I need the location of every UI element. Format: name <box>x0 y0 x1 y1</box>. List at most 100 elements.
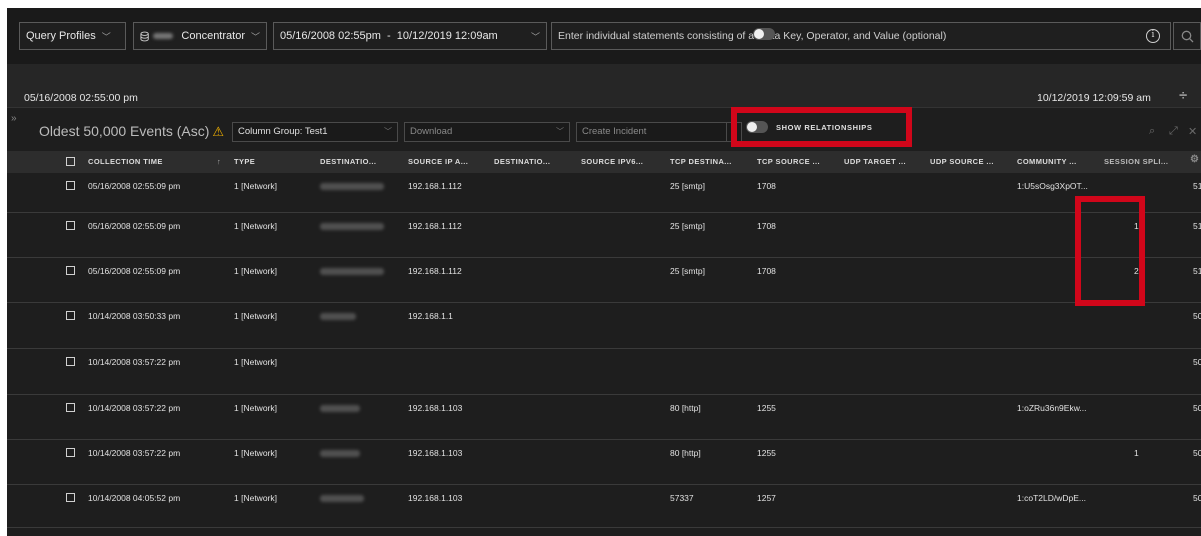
timeline-strip[interactable]: 05/16/2008 02:55:00 pm 10/12/2019 12:09:… <box>7 64 1201 108</box>
table-row[interactable]: 10/14/2008 03:57:22 pm 1 [Network] 192.168… <box>7 395 1201 440</box>
cell-tcp-source: 1255 <box>757 448 776 458</box>
cell-overflow-col: 50 <box>1193 403 1201 413</box>
col-source-ip[interactable]: SOURCE IP A... <box>408 157 468 166</box>
create-incident-label: Create Incident <box>582 126 647 137</box>
col-collection-time[interactable]: COLLECTION TIME <box>88 157 163 166</box>
cell-collection-time: 05/16/2008 02:55:09 pm <box>88 266 181 276</box>
redacted-destination <box>320 268 384 275</box>
cell-tcp-destination: 80 [http] <box>670 448 701 458</box>
events-toolbar: » Oldest 50,000 Events (Asc) ⚠ Column Gro… <box>7 109 1201 151</box>
time-range-dropdown[interactable]: 05/16/2008 02:55pm - 10/12/2019 12:09am … <box>273 22 547 50</box>
cell-source-ip: 192.168.1.112 <box>408 181 462 191</box>
col-community[interactable]: COMMUNITY ... <box>1017 157 1077 166</box>
col-udp-source[interactable]: UDP SOURCE ... <box>930 157 994 166</box>
events-title: Oldest 50,000 Events (Asc) ⚠ <box>39 123 224 140</box>
column-group-value: Column Group: Test1 <box>238 126 328 137</box>
close-icon[interactable]: ✕ <box>1188 125 1197 138</box>
cell-source-ip: 192.168.1.1 <box>408 311 453 321</box>
download-select[interactable]: Download ﹀ <box>404 122 570 142</box>
cell-overflow-col: 51 <box>1193 181 1201 191</box>
time-range-value: 05/16/2008 02:55pm - 10/12/2019 12:09am <box>280 30 498 42</box>
download-label: Download <box>410 126 453 137</box>
expand-panel-icon[interactable]: » <box>11 113 17 124</box>
database-icon <box>140 31 149 41</box>
chevron-down-icon: ﹀ <box>101 31 111 42</box>
table-row[interactable]: 05/16/2008 02:55:09 pm 1 [Network] 192.168… <box>7 173 1201 213</box>
cell-source-ip: 192.168.1.112 <box>408 266 462 276</box>
row-checkbox[interactable] <box>66 221 75 230</box>
table-row[interactable]: 05/16/2008 02:55:09 pm 1 [Network] 192.168… <box>7 258 1201 303</box>
redacted-destination <box>320 495 364 502</box>
col-destination[interactable]: DESTINATIO... <box>320 157 376 166</box>
cell-community: 1:oZRu36n9Ekw... <box>1017 403 1087 413</box>
query-search-button[interactable] <box>1173 22 1201 50</box>
timeline-end: 10/12/2019 12:09:59 am <box>1037 92 1151 104</box>
cell-tcp-destination: 80 [http] <box>670 403 701 413</box>
annotation-box-relationships <box>731 107 912 147</box>
query-input[interactable]: Enter individual statements consisting o… <box>551 22 1171 50</box>
cell-collection-time: 10/14/2008 03:50:33 pm <box>88 311 181 321</box>
table-header: COLLECTION TIME ↑ TYPE DESTINATIO... SOU… <box>7 151 1201 173</box>
search-icon[interactable]: ⌕ <box>1149 125 1155 138</box>
table-row[interactable]: 10/14/2008 03:57:22 pm 1 [Network] 50 <box>7 349 1201 395</box>
cell-overflow-col: 50 <box>1193 448 1201 458</box>
cell-type: 1 [Network] <box>234 221 277 231</box>
cell-source-ip: 192.168.1.103 <box>408 448 463 458</box>
row-checkbox[interactable] <box>66 357 75 366</box>
row-checkbox[interactable] <box>66 181 75 190</box>
cell-collection-time: 05/16/2008 02:55:09 pm <box>88 221 181 231</box>
col-tcp-source[interactable]: TCP SOURCE ... <box>757 157 820 166</box>
cell-tcp-destination: 25 [smtp] <box>670 266 705 276</box>
cell-tcp-destination: 25 [smtp] <box>670 181 705 191</box>
query-profiles-dropdown[interactable]: Query Profiles ﹀ <box>19 22 126 50</box>
select-all-checkbox[interactable] <box>66 157 75 166</box>
row-checkbox[interactable] <box>66 493 75 502</box>
divider <box>726 123 727 141</box>
row-checkbox[interactable] <box>66 403 75 412</box>
cell-tcp-source: 1708 <box>757 221 776 231</box>
row-checkbox[interactable] <box>66 448 75 457</box>
timeline-adjust-icon[interactable]: ÷ <box>1179 87 1187 104</box>
cell-community: 1:coT2LD/wDpE... <box>1017 493 1086 503</box>
redacted-destination <box>320 405 360 412</box>
col-source-ipv6[interactable]: SOURCE IPV6... <box>581 157 643 166</box>
service-dropdown[interactable]: Concentrator ﹀ <box>133 22 267 50</box>
cell-source-ip: 192.168.1.103 <box>408 403 463 413</box>
row-checkbox[interactable] <box>66 311 75 320</box>
query-bar: Query Profiles ﹀ Concentrator ﹀ 05/16/20… <box>7 8 1201 64</box>
chevron-down-icon: ﹀ <box>530 31 540 42</box>
table-row[interactable]: 10/14/2008 03:57:22 pm 1 [Network] 192.168… <box>7 440 1201 485</box>
chevron-down-icon: ﹀ <box>556 127 564 136</box>
cell-overflow-col: 50 <box>1193 493 1201 503</box>
col-type[interactable]: TYPE <box>234 157 255 166</box>
cell-type: 1 [Network] <box>234 311 277 321</box>
query-profiles-label: Query Profiles <box>26 30 96 42</box>
warning-icon: ⚠ <box>212 124 225 139</box>
cell-tcp-source: 1708 <box>757 266 776 276</box>
cell-collection-time: 10/14/2008 03:57:22 pm <box>88 357 181 367</box>
cell-session-split: 1 <box>1134 448 1139 458</box>
table-row[interactable]: 10/14/2008 04:05:52 pm 1 [Network] 192.168… <box>7 485 1201 528</box>
row-checkbox[interactable] <box>66 266 75 275</box>
column-settings-icon[interactable]: ⚙ <box>1190 154 1199 165</box>
expand-icon[interactable]: ⤢ <box>1169 125 1178 138</box>
chevron-down-icon: ﹀ <box>250 31 260 42</box>
service-label: Concentrator <box>181 30 245 42</box>
cell-type: 1 [Network] <box>234 181 277 191</box>
create-incident-select[interactable]: Create Incident <box>576 122 742 142</box>
cell-type: 1 [Network] <box>234 403 277 413</box>
table-row[interactable]: 05/16/2008 02:55:09 pm 1 [Network] 192.168… <box>7 213 1201 258</box>
col-destination-2[interactable]: DESTINATIO... <box>494 157 550 166</box>
info-icon[interactable]: i <box>1146 29 1160 43</box>
col-tcp-destination[interactable]: TCP DESTINA... <box>670 157 732 166</box>
sort-asc-icon[interactable]: ↑ <box>217 157 221 166</box>
chevron-down-icon: ﹀ <box>384 127 392 136</box>
show-relationships-toggle[interactable] <box>753 28 775 40</box>
redacted-service-name <box>153 33 174 39</box>
col-udp-target[interactable]: UDP TARGET ... <box>844 157 906 166</box>
cell-collection-time: 10/14/2008 03:57:22 pm <box>88 448 181 458</box>
cell-type: 1 [Network] <box>234 266 277 276</box>
col-session-split[interactable]: SESSION SPLI... <box>1104 157 1168 166</box>
table-row[interactable]: 10/14/2008 03:50:33 pm 1 [Network] 192.168… <box>7 303 1201 349</box>
column-group-select[interactable]: Column Group: Test1 ﹀ <box>232 122 398 142</box>
